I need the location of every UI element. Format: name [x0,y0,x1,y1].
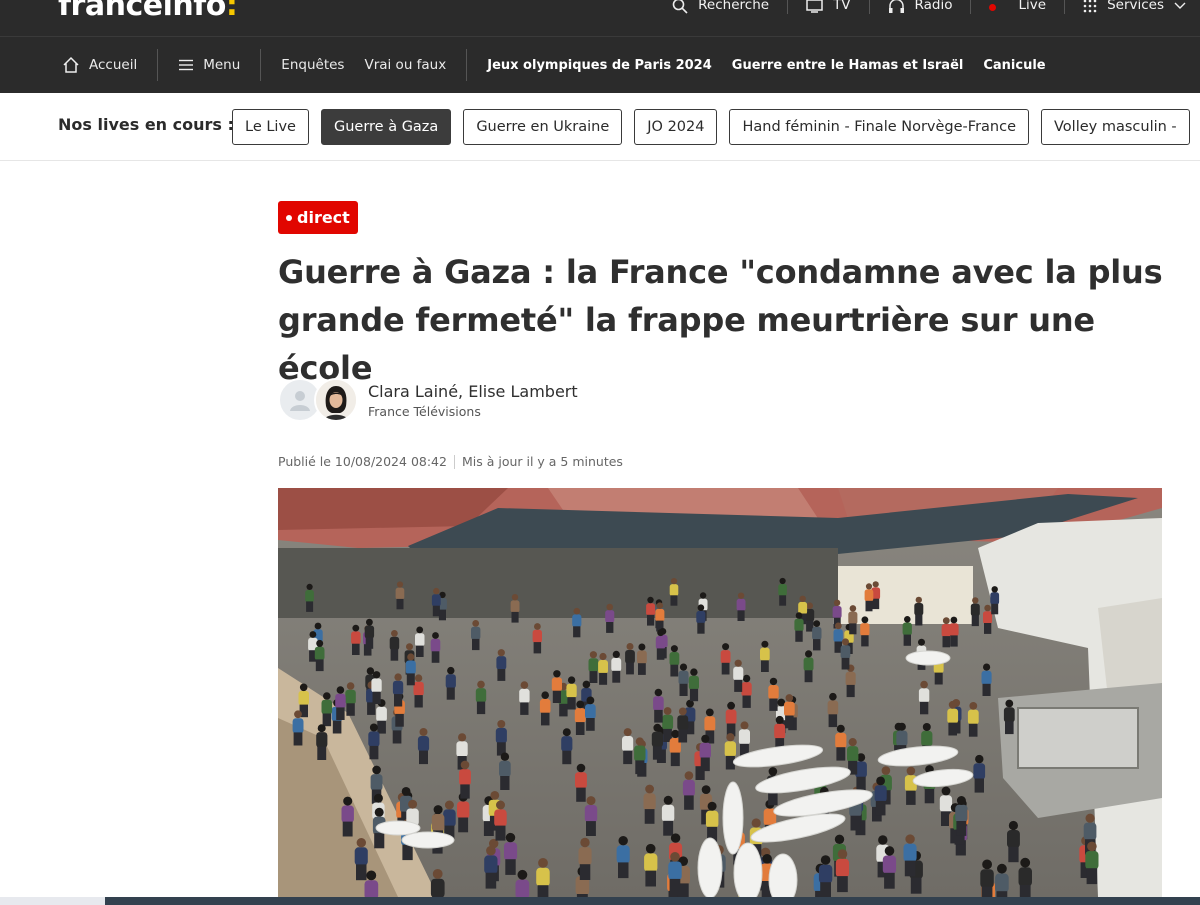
live-chip-guerre-a-gaza[interactable]: Guerre à Gaza [320,109,452,145]
top-nav: Recherche TV Radio Live Services [654,0,1200,36]
top-header: franceinfo: Recherche TV Radio Live Serv… [0,0,1200,36]
chevron-down-icon [1174,2,1186,9]
grid-icon [1083,0,1097,13]
author-portrait-icon [316,380,356,420]
live-chips: Le Live Guerre à Gaza Guerre en Ukraine … [232,109,1200,145]
published-date: Publié le 10/08/2024 08:42 [278,454,447,469]
nav-divider [466,49,468,81]
radio-button[interactable]: Radio [870,0,972,14]
lives-title: Nos lives en cours : [58,115,234,134]
author-names[interactable]: Clara Lainé, Elise Lambert [368,382,578,401]
live-button[interactable]: Live [971,0,1066,14]
live-chip-le-live[interactable]: Le Live [232,109,309,145]
nav-topic-canicule[interactable]: Canicule [983,58,1045,73]
main-navbar: Accueil Menu Enquêtes Vrai ou faux Jeux … [0,36,1200,93]
hamburger-icon [179,59,194,71]
direct-badge: direct [278,201,358,234]
live-chip-jo-2024[interactable]: JO 2024 [634,109,718,145]
nav-link-vrai-ou-faux[interactable]: Vrai ou faux [364,57,446,73]
live-chip-hand-feminin[interactable]: Hand féminin - Finale Norvège-France [729,109,1030,145]
franceinfo-logo[interactable]: franceinfo: [58,0,238,23]
live-chip-volley-masculin[interactable]: Volley masculin - [1041,109,1190,145]
updated-date: Mis à jour il y a 5 minutes [461,454,623,469]
headphones-icon [888,0,904,13]
live-chip-guerre-ukraine[interactable]: Guerre en Ukraine [463,109,623,145]
bottom-strip-highlight [0,897,105,905]
search-label: Recherche [698,0,770,13]
live-dot-icon [286,214,292,221]
meta-divider [453,454,455,469]
services-label: Services [1107,0,1164,13]
article-meta: Publié le 10/08/2024 08:42 Mis à jour il… [278,454,623,469]
tv-icon [806,0,823,13]
bottom-taskbar-strip [0,897,1200,905]
article-image [278,488,1162,897]
nav-link-enquetes[interactable]: Enquêtes [281,57,344,73]
radio-label: Radio [914,0,953,13]
user-icon [290,391,310,411]
live-dot-icon [989,3,997,11]
tv-label: TV [833,0,851,13]
article-photo[interactable] [278,488,1162,897]
search-icon [672,0,688,14]
services-button[interactable]: Services [1065,0,1200,14]
lives-bar: Nos lives en cours : Le Live Guerre à Ga… [0,93,1200,161]
author-organization: France Télévisions [368,403,481,419]
menu-button[interactable]: Menu [178,57,240,73]
article-headline: Guerre à Gaza : la France "condamne avec… [278,253,1163,387]
nav-topic-jo-2024[interactable]: Jeux olympiques de Paris 2024 [487,58,712,73]
author-photo[interactable] [314,378,358,422]
nav-divider [260,49,262,81]
nav-divider [157,49,159,81]
live-label: Live [1018,0,1047,13]
logo-text: franceinfo [58,0,226,23]
tv-button[interactable]: TV [788,0,870,14]
menu-label: Menu [203,57,241,73]
home-label: Accueil [89,57,138,73]
home-icon [63,56,79,73]
badge-label: direct [297,208,350,227]
nav-topic-hamas-israel[interactable]: Guerre entre le Hamas et Israël [732,58,964,73]
search-button[interactable]: Recherche [654,0,789,14]
logo-colon: : [225,0,238,23]
author-block: Clara Lainé, Elise Lambert France Télévi… [278,378,578,422]
home-link[interactable]: Accueil [62,56,137,74]
